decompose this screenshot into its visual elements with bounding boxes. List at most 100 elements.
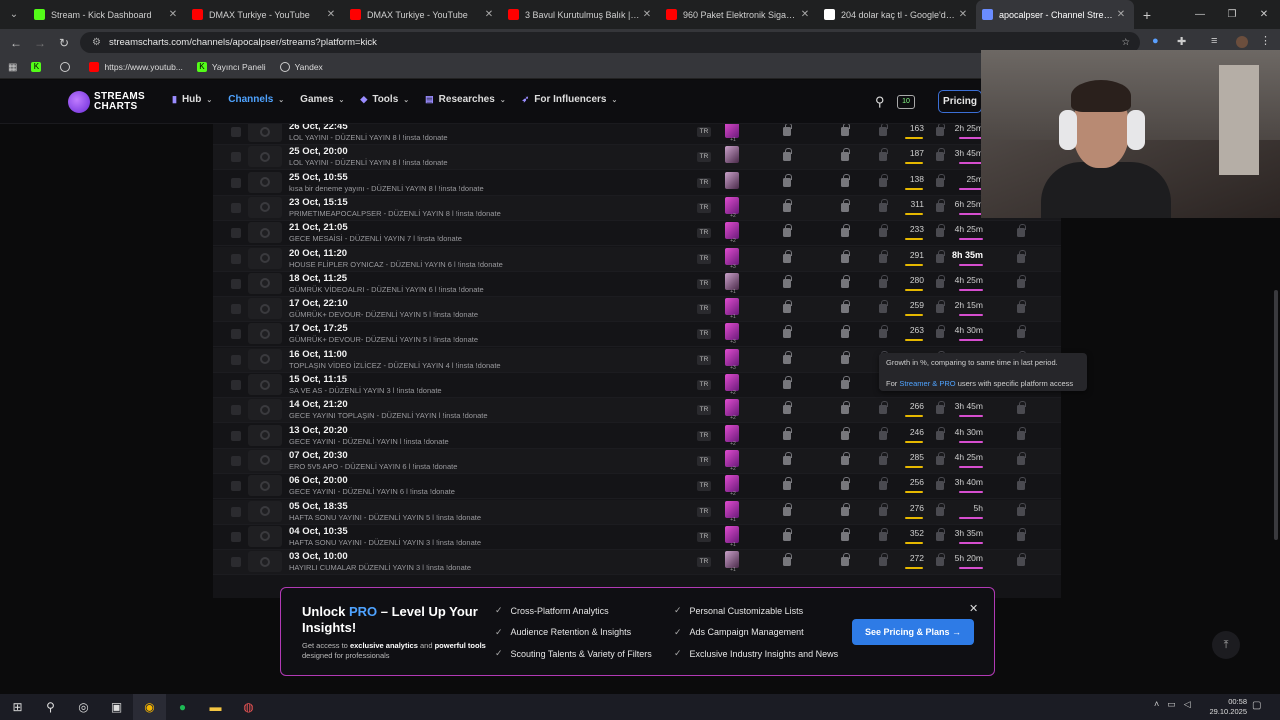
row-checkbox[interactable]: [231, 430, 241, 441]
lock-icon[interactable]: [783, 124, 792, 136]
game-cover[interactable]: [725, 196, 739, 214]
lock-icon[interactable]: [841, 527, 850, 541]
row-checkbox[interactable]: [231, 304, 241, 315]
notification-badge[interactable]: 10: [897, 95, 915, 109]
row-checkbox[interactable]: [231, 228, 241, 239]
stream-row[interactable]: 17 Oct, 17:25 GÜMRÜK+ DEVOUR- DÜZENLİ YAY…: [213, 322, 1061, 348]
profile-avatar[interactable]: [1236, 36, 1248, 48]
browser-tab[interactable]: Stream - Kick Dashboard ✕: [28, 0, 186, 29]
lock-icon[interactable]: [783, 553, 792, 567]
lock-icon[interactable]: [1017, 224, 1026, 238]
stream-date[interactable]: 25 Oct, 10:55: [289, 172, 348, 183]
lock-icon[interactable]: [1017, 300, 1026, 314]
row-checkbox[interactable]: [231, 329, 241, 340]
stream-thumbnail[interactable]: [248, 500, 282, 522]
lock-icon[interactable]: [783, 249, 792, 263]
stream-date[interactable]: 13 Oct, 20:20: [289, 425, 348, 436]
close-tab-icon[interactable]: ✕: [482, 9, 496, 20]
stream-row[interactable]: 21 Oct, 21:05 GECE MESAİSİ - DÜZENLİ YAYI…: [213, 221, 1061, 247]
nav-games[interactable]: Games ⌄: [300, 94, 344, 105]
stream-date[interactable]: 15 Oct, 11:15: [289, 374, 347, 385]
lock-icon[interactable]: [936, 553, 945, 567]
windows-start-icon[interactable]: ⊞: [1, 694, 34, 720]
lock-icon[interactable]: [1017, 553, 1026, 567]
lock-icon[interactable]: [783, 477, 792, 491]
stream-row[interactable]: 03 Oct, 10:00 HAYIRLI CUMALAR DÜZENLİ YAY…: [213, 550, 1061, 576]
streams-charts-logo[interactable]: STREAMS CHARTS: [68, 91, 145, 113]
game-cover[interactable]: [725, 348, 739, 366]
close-tab-icon[interactable]: ✕: [798, 9, 812, 20]
stream-row[interactable]: 26 Oct, 22:45 LOL YAYINI - DÜZENLİ YAYIN …: [213, 124, 1061, 145]
lock-icon[interactable]: [841, 502, 850, 516]
nav-for-influencers[interactable]: ➶ For Influencers ⌄: [522, 94, 618, 105]
lock-icon[interactable]: [879, 527, 888, 541]
lock-icon[interactable]: [841, 300, 850, 314]
stream-row[interactable]: 23 Oct, 15:15 PRIMETIMEAPOCALPSER - DÜZEN…: [213, 195, 1061, 221]
lock-icon[interactable]: [1017, 325, 1026, 339]
lock-icon[interactable]: [841, 124, 850, 136]
bookmark-yayinci[interactable]: K Yayıncı Paneli: [196, 62, 266, 72]
nav-researches[interactable]: ▤ Researches ⌄: [425, 94, 506, 105]
close-tab-icon[interactable]: ✕: [1114, 9, 1128, 20]
lock-icon[interactable]: [936, 249, 945, 263]
lock-icon[interactable]: [879, 477, 888, 491]
file-explorer-icon[interactable]: ▬: [199, 694, 232, 720]
minimize-icon[interactable]: —: [1184, 0, 1216, 29]
scroll-to-top-button[interactable]: ⤒: [1212, 631, 1240, 659]
stream-date[interactable]: 07 Oct, 20:30: [289, 450, 348, 461]
lock-icon[interactable]: [783, 148, 792, 162]
stream-thumbnail[interactable]: [248, 551, 282, 573]
stream-thumbnail[interactable]: [248, 124, 282, 142]
browser-tab[interactable]: DMAX Turkiye - YouTube ✕: [186, 0, 344, 29]
lock-icon[interactable]: [879, 502, 888, 516]
stream-row[interactable]: 25 Oct, 10:55 kısa bir deneme yayını - DÜ…: [213, 171, 1061, 196]
lock-icon[interactable]: [841, 451, 850, 465]
lock-icon[interactable]: [783, 401, 792, 415]
site-info-icon[interactable]: ⚙: [92, 37, 101, 48]
lock-icon[interactable]: [936, 274, 945, 288]
lock-icon[interactable]: [783, 224, 792, 238]
row-checkbox[interactable]: [231, 481, 241, 492]
stream-date[interactable]: 04 Oct, 10:35: [289, 526, 348, 537]
nav-tools[interactable]: ◆ Tools ⌄: [360, 94, 409, 105]
stream-thumbnail[interactable]: [248, 222, 282, 244]
lock-icon[interactable]: [879, 148, 888, 162]
lock-icon[interactable]: [841, 401, 850, 415]
lock-icon[interactable]: [936, 426, 945, 440]
row-checkbox[interactable]: [231, 531, 241, 542]
lock-icon[interactable]: [783, 274, 792, 288]
stream-thumbnail[interactable]: [248, 146, 282, 168]
lock-icon[interactable]: [879, 224, 888, 238]
bookmark-globe[interactable]: [60, 62, 75, 72]
lock-icon[interactable]: [841, 376, 850, 389]
lock-icon[interactable]: [1017, 401, 1026, 415]
chevron-up-icon[interactable]: ˄: [1154, 699, 1159, 710]
network-icon[interactable]: ▭: [1167, 699, 1176, 710]
stream-thumbnail[interactable]: [248, 525, 282, 547]
row-checkbox[interactable]: [231, 354, 241, 365]
stream-thumbnail[interactable]: [248, 475, 282, 497]
kebab-menu-icon[interactable]: ⋮: [1260, 34, 1271, 47]
stream-thumbnail[interactable]: [248, 399, 282, 421]
lock-icon[interactable]: [841, 426, 850, 440]
close-tab-icon[interactable]: ✕: [324, 9, 338, 20]
stream-row[interactable]: 13 Oct, 20:20 GECE YAYINI - DÜZENLİ YAYIN…: [213, 424, 1061, 449]
forward-icon[interactable]: →: [28, 36, 52, 50]
lock-icon[interactable]: [879, 553, 888, 567]
stream-thumbnail[interactable]: [248, 424, 282, 446]
lock-icon[interactable]: [879, 426, 888, 440]
lock-icon[interactable]: [936, 502, 945, 516]
game-cover[interactable]: [725, 222, 739, 240]
lock-icon[interactable]: [879, 173, 888, 187]
stream-row[interactable]: 17 Oct, 22:10 GÜMRÜK+ DEVOUR- DÜZENLİ YAY…: [213, 297, 1061, 323]
game-cover[interactable]: [725, 171, 739, 189]
close-promo-icon[interactable]: ✕: [969, 602, 978, 615]
game-cover[interactable]: [725, 323, 739, 341]
lock-icon[interactable]: [841, 224, 850, 238]
back-icon[interactable]: ←: [4, 36, 28, 50]
new-tab-button[interactable]: +: [1134, 0, 1160, 29]
row-checkbox[interactable]: [231, 253, 241, 264]
notification-icon[interactable]: ▢: [1252, 700, 1261, 711]
stream-thumbnail[interactable]: [248, 247, 282, 269]
lock-icon[interactable]: [783, 173, 792, 187]
